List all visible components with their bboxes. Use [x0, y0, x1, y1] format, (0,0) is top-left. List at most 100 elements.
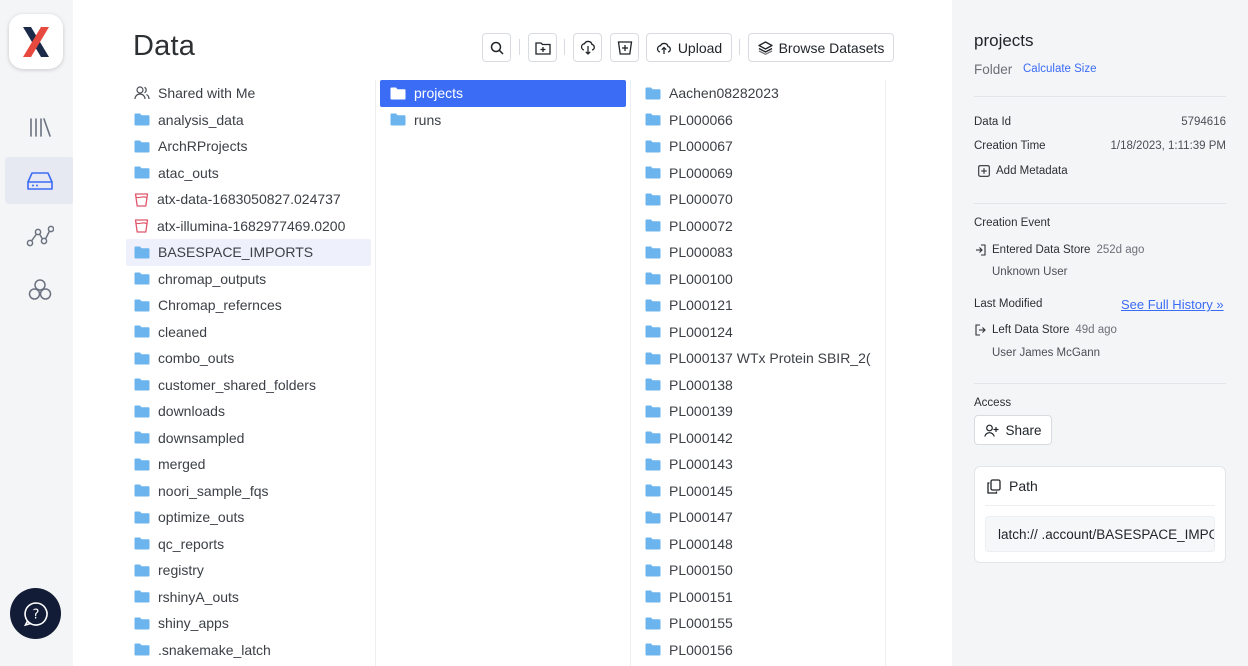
folder-icon	[134, 643, 150, 656]
content-item[interactable]: Aachen08282023	[631, 80, 885, 107]
item-label: Chromap_refernces	[158, 297, 282, 314]
root-item[interactable]: customer_shared_folders	[126, 372, 371, 399]
root-item[interactable]: cleaned	[126, 319, 371, 346]
content-item[interactable]: PL000124	[631, 319, 885, 346]
folder-icon	[645, 87, 661, 100]
item-label: PL000067	[669, 138, 733, 155]
root-item[interactable]: BASESPACE_IMPORTS	[126, 239, 371, 266]
item-label: customer_shared_folders	[158, 376, 316, 393]
help-button[interactable]: ?	[10, 588, 61, 639]
folder-icon	[134, 590, 150, 603]
root-item[interactable]: merged	[126, 451, 371, 478]
item-label: cleaned	[158, 323, 208, 340]
folder-icon	[134, 431, 150, 444]
content-item[interactable]: PL000142	[631, 425, 885, 452]
root-item[interactable]: downsampled	[126, 425, 371, 452]
content-item[interactable]: PL000067	[631, 133, 885, 160]
new-folder-button[interactable]	[528, 33, 557, 62]
nav-pods[interactable]	[5, 266, 74, 313]
browse-datasets-button[interactable]: Browse Datasets	[748, 33, 894, 62]
upload-button[interactable]: Upload	[646, 33, 732, 62]
folder-icon	[134, 378, 150, 391]
folder-icon	[645, 431, 661, 444]
nav-library[interactable]	[5, 103, 74, 150]
folder-icon	[390, 87, 406, 100]
root-item[interactable]: Chromap_refernces	[126, 292, 371, 319]
root-item[interactable]: shiny_apps	[126, 610, 371, 637]
content-item[interactable]: PL000156	[631, 637, 885, 664]
item-label: merged	[158, 456, 206, 473]
root-item[interactable]: Shared with Me	[126, 80, 371, 107]
item-label: noori_sample_fqs	[158, 482, 269, 499]
content-item[interactable]: PL000138	[631, 372, 885, 399]
content-item[interactable]: PL000083	[631, 239, 885, 266]
item-label: analysis_data	[158, 111, 244, 128]
content-item[interactable]: PL000069	[631, 160, 885, 187]
content-item[interactable]: PL000145	[631, 478, 885, 505]
item-label: qc_reports	[158, 535, 225, 552]
subfolder-item[interactable]: projects	[380, 80, 626, 107]
item-label: PL000069	[669, 164, 733, 181]
users-icon	[134, 86, 150, 100]
content-item[interactable]: PL000070	[631, 186, 885, 213]
content-item[interactable]: PL000121	[631, 292, 885, 319]
root-item[interactable]: rshinyA_outs	[126, 584, 371, 611]
content-item[interactable]: PL000150	[631, 557, 885, 584]
root-item[interactable]: noori_sample_fqs	[126, 478, 371, 505]
copy-icon[interactable]	[987, 478, 1001, 494]
content-item[interactable]: PL000151	[631, 584, 885, 611]
nav-data[interactable]	[5, 157, 74, 204]
root-item[interactable]: chromap_outputs	[126, 266, 371, 293]
nav-workflows[interactable]	[5, 212, 74, 259]
app-sidebar: ?	[0, 0, 74, 666]
content-item[interactable]: PL000139	[631, 398, 885, 425]
calculate-size-link[interactable]: Calculate Size	[1023, 63, 1097, 75]
path-label: Path	[1009, 478, 1038, 494]
latch-logo[interactable]	[9, 14, 63, 69]
search-button[interactable]	[482, 33, 511, 62]
contents-column: Aachen08282023 PL000066 PL000067 PL000069 PL…	[630, 80, 886, 666]
content-item[interactable]: PL000072	[631, 213, 885, 240]
item-label: chromap_outputs	[158, 270, 267, 287]
subfolder-item[interactable]: runs	[376, 107, 630, 134]
content-item[interactable]: PL000148	[631, 531, 885, 558]
root-item[interactable]: optimize_outs	[126, 504, 371, 531]
see-full-history-link[interactable]: See Full History »	[1121, 297, 1224, 312]
details-title: projects	[974, 31, 1034, 50]
item-label: atx-illumina-1682977469.0200	[157, 217, 346, 234]
cloud-download-button[interactable]	[573, 33, 602, 62]
divider	[974, 203, 1226, 204]
data-id-row: Data Id 5794616	[974, 116, 1226, 128]
item-label: ArchRProjects	[158, 138, 248, 155]
share-label: Share	[1005, 422, 1042, 438]
content-item[interactable]: PL000100	[631, 266, 885, 293]
root-item[interactable]: downloads	[126, 398, 371, 425]
root-item[interactable]: atx-illumina-1682977469.0200	[126, 213, 371, 240]
content-item[interactable]: PL000066	[631, 107, 885, 134]
root-item[interactable]: qc_reports	[126, 531, 371, 558]
content-item[interactable]: PL000147	[631, 504, 885, 531]
root-item[interactable]: registry	[126, 557, 371, 584]
new-bucket-button[interactable]	[610, 33, 639, 62]
logout-icon	[975, 324, 986, 336]
root-item[interactable]: atac_outs	[126, 160, 371, 187]
content-item[interactable]: PL000143	[631, 451, 885, 478]
share-button[interactable]: Share	[974, 415, 1052, 445]
path-value[interactable]: latch:// .account/BASESPACE_IMPORTS/proj…	[985, 516, 1215, 552]
root-item[interactable]: atx-data-1683050827.024737	[126, 186, 371, 213]
divider	[985, 505, 1215, 506]
toolbar-divider	[519, 39, 520, 55]
root-item[interactable]: combo_outs	[126, 345, 371, 372]
root-item[interactable]: analysis_data	[126, 107, 371, 134]
add-metadata-button[interactable]: Add Metadata	[978, 165, 1068, 177]
item-label: PL000100	[669, 270, 733, 287]
item-label: PL000156	[669, 641, 733, 658]
toolbar-divider	[564, 39, 565, 55]
layers-icon	[757, 40, 773, 55]
item-label: .snakemake_latch	[158, 641, 271, 658]
content-item[interactable]: PL000155	[631, 610, 885, 637]
root-item[interactable]: ArchRProjects	[126, 133, 371, 160]
item-label: atac_outs	[158, 164, 219, 181]
content-item[interactable]: PL000137 WTx Protein SBIR_2(	[631, 345, 885, 372]
root-item[interactable]: .snakemake_latch	[126, 637, 371, 664]
